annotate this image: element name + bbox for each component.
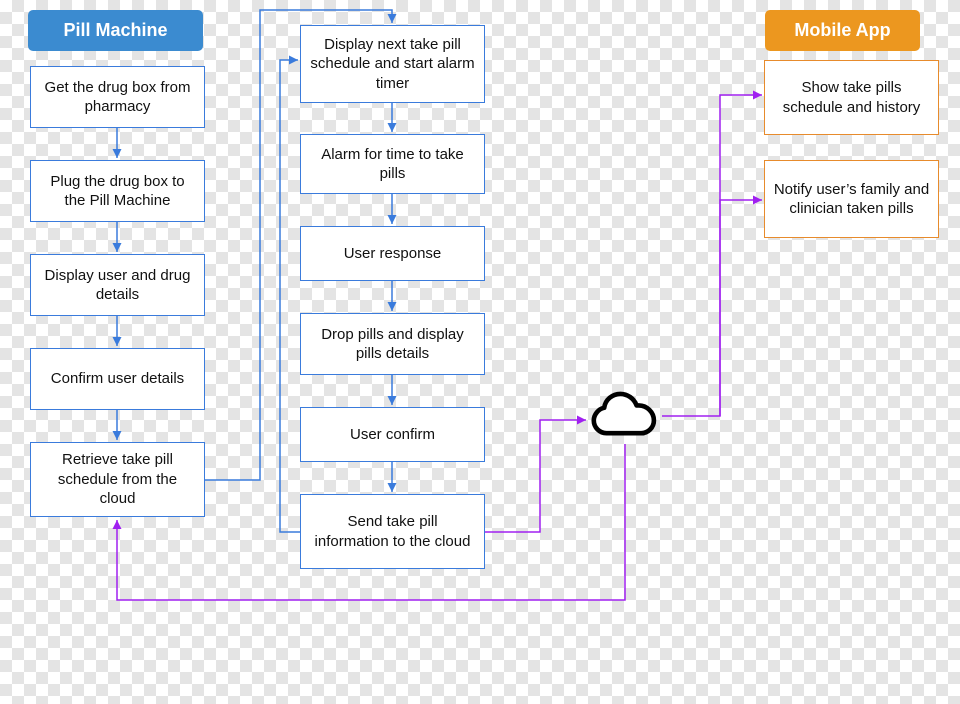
step-drop-pills: Drop pills and display pills details	[300, 313, 485, 375]
step-retrieve-schedule: Retrieve take pill schedule from the clo…	[30, 442, 205, 517]
step-display-next: Display next take pill schedule and star…	[300, 25, 485, 103]
step-display-details: Display user and drug details	[30, 254, 205, 316]
step-get-drug-box: Get the drug box from pharmacy	[30, 66, 205, 128]
cloud-icon	[588, 390, 662, 444]
step-confirm-user: Confirm user details	[30, 348, 205, 410]
step-alarm: Alarm for time to take pills	[300, 134, 485, 194]
step-notify-family: Notify user’s family and clinician taken…	[764, 160, 939, 238]
step-show-schedule: Show take pills schedule and history	[764, 60, 939, 135]
header-pill-machine: Pill Machine	[28, 10, 203, 51]
step-user-response: User response	[300, 226, 485, 281]
header-mobile-app: Mobile App	[765, 10, 920, 51]
step-user-confirm: User confirm	[300, 407, 485, 462]
step-send-info: Send take pill information to the cloud	[300, 494, 485, 569]
step-plug-drug-box: Plug the drug box to the Pill Machine	[30, 160, 205, 222]
